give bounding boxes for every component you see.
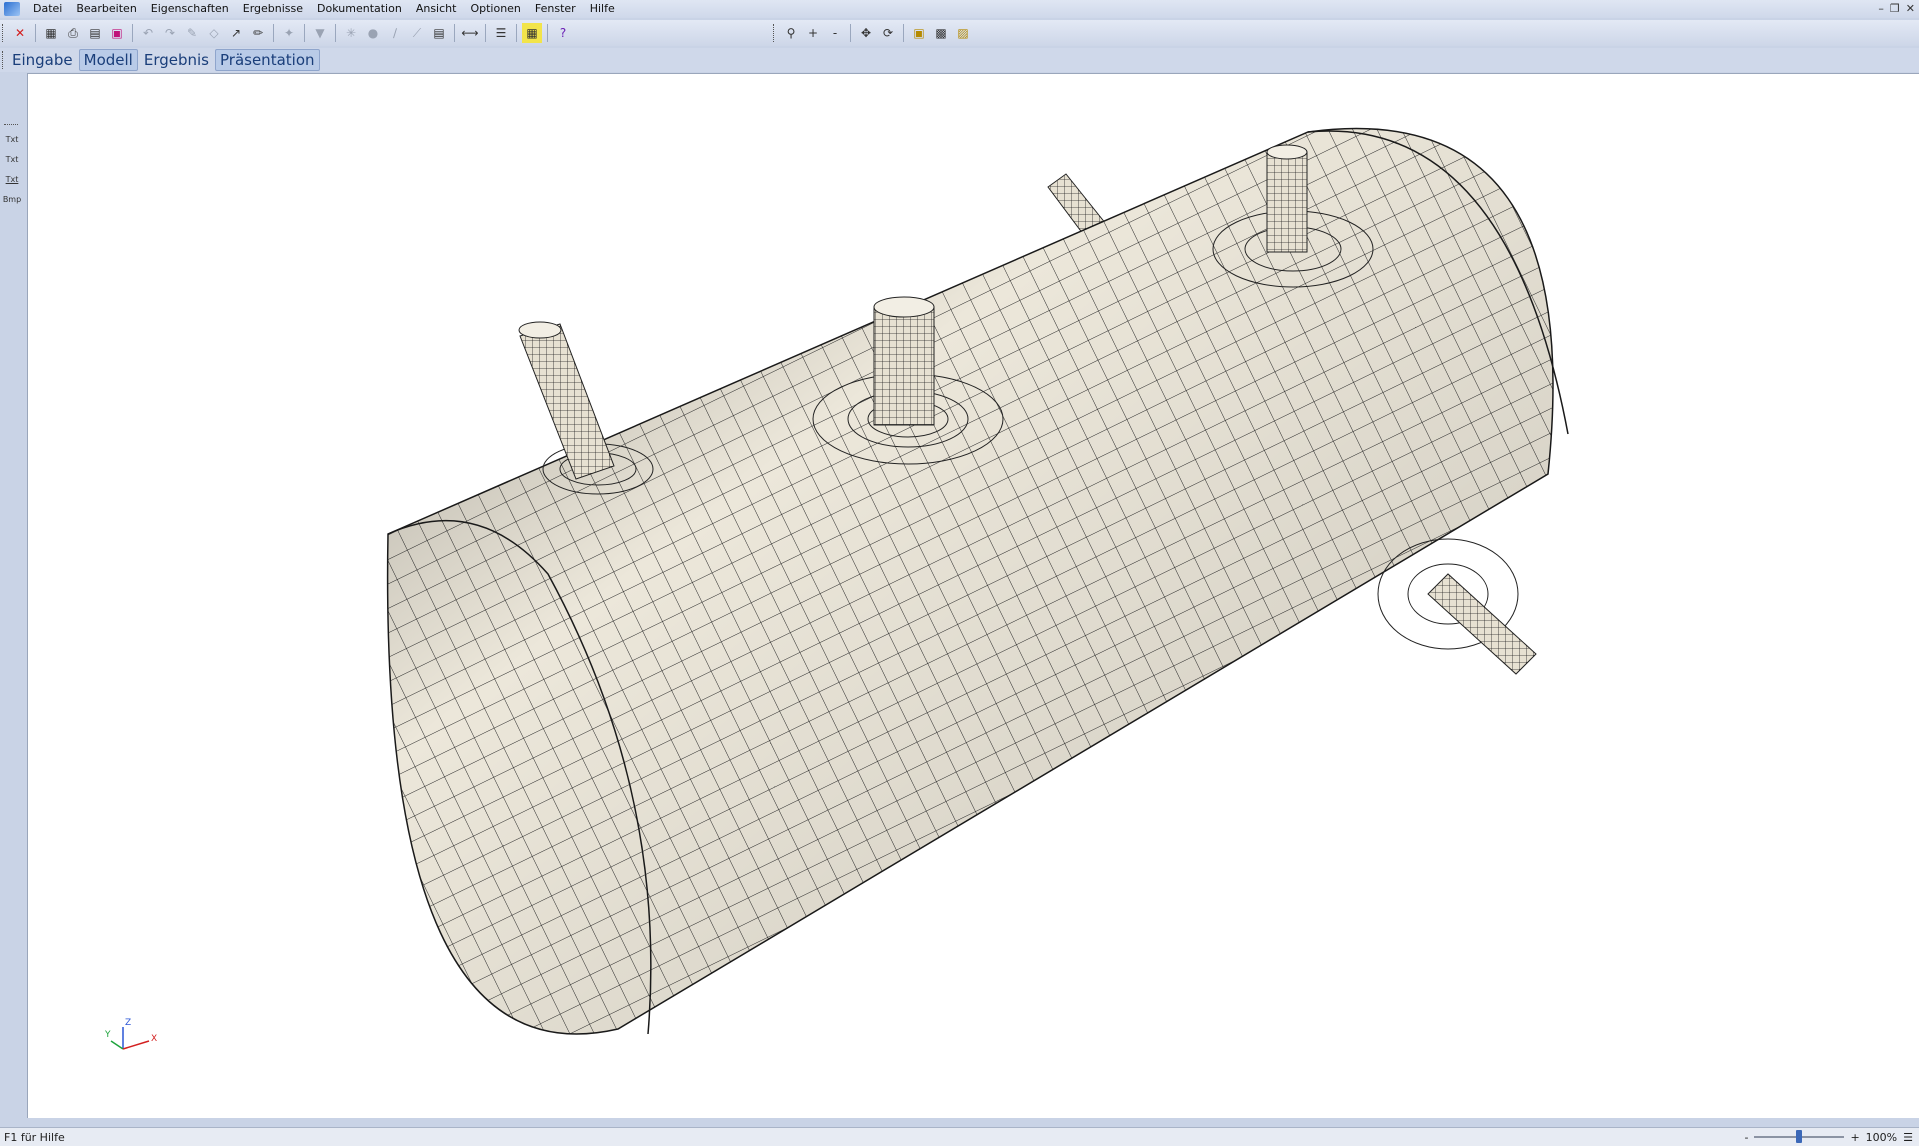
menu-bearbeiten[interactable]: Bearbeiten [69,0,143,18]
layer-image-icon[interactable]: ▨ [953,23,973,43]
menu-hilfe[interactable]: Hilfe [583,0,622,18]
arrow-icon[interactable]: ↗ [226,23,246,43]
minimize-icon[interactable]: – [1878,0,1884,18]
restore-icon[interactable]: ❐ [1890,0,1900,18]
node-icon[interactable]: ✦ [279,23,299,43]
menu-optionen[interactable]: Optionen [463,0,527,18]
line-load-icon[interactable]: ⟋ [407,23,427,43]
rotate-icon[interactable]: ⟳ [878,23,898,43]
load-icon[interactable]: ✳ [341,23,361,43]
model-viewport[interactable]: Y Z X [27,73,1919,1118]
zoom-icon[interactable]: ⚲ [781,23,801,43]
toolbar-separator [903,24,904,42]
toolbar-separator [850,24,851,42]
nozzle-3[interactable] [1266,144,1308,253]
axis-triad: Y Z X [104,1018,157,1050]
help-context-icon[interactable]: ? [553,23,573,43]
menu-datei[interactable]: Datei [26,0,69,18]
layer-front-icon[interactable]: ▣ [909,23,929,43]
tabs-grip[interactable] [2,51,6,69]
zoom-minus-button[interactable]: - [1744,1131,1748,1144]
window-controls: – ❐ ✕ [1878,0,1915,18]
undo-icon[interactable]: ↶ [138,23,158,43]
zoom-slider-thumb[interactable] [1796,1130,1803,1143]
nozzle-1[interactable] [518,321,615,480]
toolbar-separator [35,24,36,42]
menu-ergebnisse[interactable]: Ergebnisse [236,0,310,18]
toolbar-separator [485,24,486,42]
layer-back-icon[interactable]: ▩ [931,23,951,43]
status-help-text: F1 für Hilfe [4,1130,65,1144]
redo-icon[interactable]: ↷ [160,23,180,43]
menu-ansicht[interactable]: Ansicht [409,0,464,18]
moment-icon[interactable]: ● [363,23,383,43]
tab-ergebnis[interactable]: Ergebnis [140,50,213,70]
nozzle-2[interactable] [873,296,935,426]
print-preview-icon[interactable]: ▤ [85,23,105,43]
bitmap-tool[interactable]: Bmp [3,193,21,207]
close-document-icon[interactable]: ✕ [10,23,30,43]
menu-fenster[interactable]: Fenster [528,0,583,18]
toolbar-grip[interactable] [773,24,777,42]
tab-eingabe[interactable]: Eingabe [8,50,77,70]
table-icon[interactable]: ▤ [429,23,449,43]
line-icon[interactable]: ∕ [385,23,405,43]
tab-praesentation[interactable]: Präsentation [215,49,320,71]
menu-eigenschaften[interactable]: Eigenschaften [144,0,236,18]
palette-grip[interactable] [4,124,18,127]
zoom-control: - + 100% ☰ [1744,1128,1913,1146]
left-palette: Txt Txt Txt Bmp [0,120,24,234]
toolbar: ✕ ▦ ⎙ ▤ ▣ ↶ ↷ ✎ ◇ ↗ ✏ ✦ ▼ ✳ ● ∕ ⟋ ▤ ⟷ ☰ … [0,20,1919,46]
zoom-slider[interactable] [1754,1130,1845,1143]
mode-tabs: Eingabe Modell Ergebnis Präsentation [0,48,1919,72]
print-icon[interactable]: ⎙ [63,23,83,43]
close-window-icon[interactable]: ✕ [1906,0,1915,18]
toolbar-separator [547,24,548,42]
tab-modell[interactable]: Modell [78,49,138,71]
axis-y-label: Y [104,1030,111,1040]
menu-bar: Datei Bearbeiten Eigenschaften Ergebniss… [0,0,1919,18]
zoom-plus-button[interactable]: + [1850,1131,1859,1144]
list-icon[interactable]: ☰ [491,23,511,43]
toolbar-separator [132,24,133,42]
measure-icon[interactable]: ✏ [248,23,268,43]
support-icon[interactable]: ▼ [310,23,330,43]
toolbar-grip[interactable] [2,24,6,42]
eraser-icon[interactable]: ◇ [204,23,224,43]
pencil-icon[interactable]: ✎ [182,23,202,43]
pan-icon[interactable]: ✥ [856,23,876,43]
status-bar: F1 für Hilfe - + 100% ☰ [0,1127,1919,1146]
zoom-level: 100% [1865,1130,1898,1144]
menu-dokumentation[interactable]: Dokumentation [310,0,409,18]
save-as-icon[interactable]: ▣ [107,23,127,43]
dimension-icon[interactable]: ⟷ [460,23,480,43]
save-icon[interactable]: ▦ [41,23,61,43]
vessel-shell[interactable] [386,127,1569,1035]
toolbar-separator [304,24,305,42]
text-tool-1[interactable]: Txt [6,133,19,147]
mesh-view[interactable]: Y Z X [28,74,1918,1116]
app-icon[interactable] [4,2,20,16]
axis-z-label: Z [125,1018,131,1028]
toolbar-main: ✕ ▦ ⎙ ▤ ▣ ↶ ↷ ✎ ◇ ↗ ✏ ✦ ▼ ✳ ● ∕ ⟋ ▤ ⟷ ☰ … [2,22,573,44]
toolbar-separator [454,24,455,42]
text-tool-2[interactable]: Txt [6,153,19,167]
toolbar-view: ⚲ + - ✥ ⟳ ▣ ▩ ▨ [773,22,973,44]
text-tool-3[interactable]: Txt [6,173,19,187]
toolbar-separator [273,24,274,42]
axis-x-label: X [151,1034,157,1044]
status-menu-icon[interactable]: ☰ [1903,1131,1913,1144]
toolbar-separator [335,24,336,42]
zoom-in-icon[interactable]: + [803,23,823,43]
toolbar-separator [516,24,517,42]
mesh-icon[interactable]: ▦ [522,23,542,43]
zoom-out-icon[interactable]: - [825,23,845,43]
